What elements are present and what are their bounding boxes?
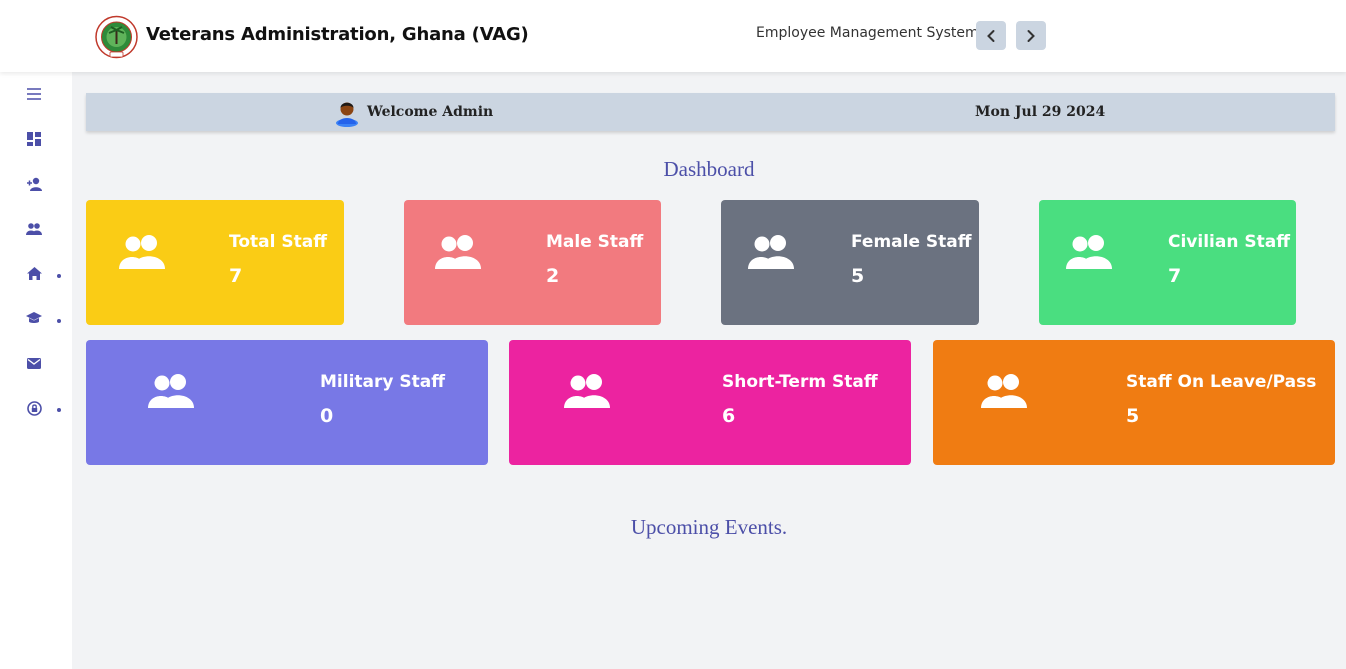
upcoming-events-title: Upcoming Events.: [630, 515, 788, 539]
mail-icon[interactable]: [24, 353, 44, 373]
app-subtitle: Employee Management System: [756, 25, 979, 41]
staff-on-leave-card[interactable]: Staff On Leave/Pass 5: [933, 340, 1335, 465]
education-submenu-dot: [57, 319, 61, 323]
stat-label: Civilian Staff: [1168, 232, 1290, 252]
forward-button[interactable]: [1016, 21, 1046, 50]
welcome-greeting: Welcome Admin: [367, 104, 494, 120]
back-button[interactable]: [976, 21, 1006, 50]
users-icon: [1066, 235, 1112, 269]
dashboard-title: Dashboard: [663, 157, 755, 181]
main-content: Welcome Admin Mon Jul 29 2024 Dashboard …: [72, 72, 1346, 669]
stat-label: Military Staff: [320, 372, 445, 392]
stat-value: 6: [722, 405, 736, 427]
stat-label: Male Staff: [546, 232, 644, 252]
female-staff-card[interactable]: Female Staff 5: [721, 200, 979, 325]
current-date: Mon Jul 29 2024: [975, 104, 1106, 120]
home-icon[interactable]: [24, 263, 44, 283]
chevron-right-icon: [1027, 29, 1035, 42]
dashboard-icon[interactable]: [24, 129, 44, 149]
users-icon[interactable]: [24, 218, 44, 238]
users-icon: [148, 374, 194, 408]
stat-value: 7: [1168, 265, 1182, 287]
stat-label: Total Staff: [229, 232, 327, 252]
users-icon: [564, 374, 610, 408]
welcome-bar: Welcome Admin Mon Jul 29 2024: [86, 93, 1335, 131]
home-submenu-dot: [57, 274, 61, 278]
stat-value: 5: [1126, 405, 1140, 427]
sidebar: [0, 72, 72, 669]
stat-value: 5: [851, 265, 865, 287]
add-user-icon[interactable]: [24, 174, 44, 194]
menu-icon[interactable]: [24, 84, 44, 104]
vag-logo: [95, 15, 138, 59]
total-staff-card[interactable]: Total Staff 7: [86, 200, 344, 325]
military-staff-card[interactable]: Military Staff 0: [86, 340, 488, 465]
brand-title: Veterans Administration, Ghana (VAG): [146, 24, 529, 45]
users-icon: [748, 235, 794, 269]
short-term-staff-card[interactable]: Short-Term Staff 6: [509, 340, 911, 465]
users-icon: [119, 235, 165, 269]
users-icon: [981, 374, 1027, 408]
male-staff-card[interactable]: Male Staff 2: [404, 200, 661, 325]
stat-label: Female Staff: [851, 232, 972, 252]
stat-label: Staff On Leave/Pass: [1126, 372, 1317, 392]
graduation-cap-icon[interactable]: [24, 308, 44, 328]
admin-avatar-icon: [336, 102, 358, 127]
stat-value: 7: [229, 265, 243, 287]
chevron-left-icon: [987, 29, 995, 42]
stat-label: Short-Term Staff: [722, 372, 878, 392]
users-icon: [435, 235, 481, 269]
top-bar: Veterans Administration, Ghana (VAG) Emp…: [0, 0, 1346, 72]
civilian-staff-card[interactable]: Civilian Staff 7: [1039, 200, 1296, 325]
security-submenu-dot: [57, 408, 61, 412]
stat-value: 2: [546, 265, 560, 287]
lock-icon[interactable]: [24, 398, 44, 418]
stat-value: 0: [320, 405, 334, 427]
